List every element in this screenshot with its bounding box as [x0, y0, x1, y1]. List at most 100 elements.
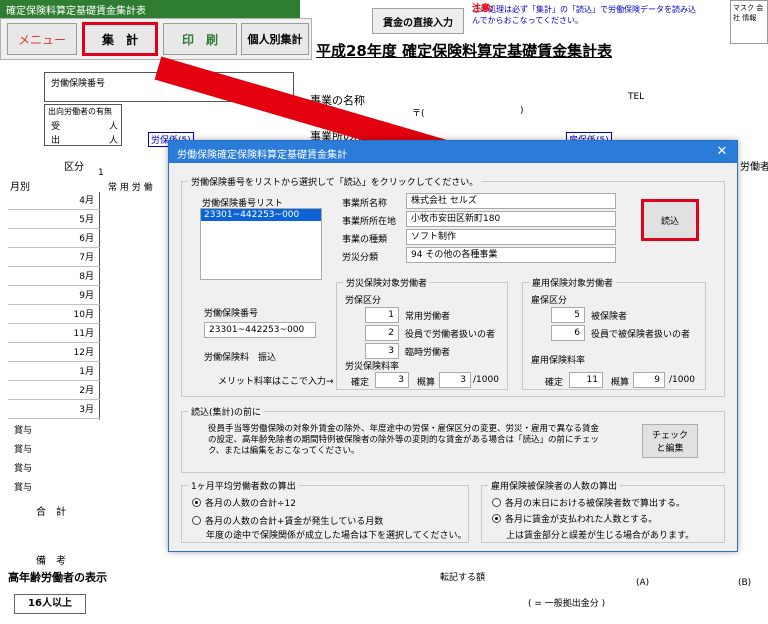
load-button[interactable]: 読込 — [641, 199, 699, 241]
insured-count-group: 雇用保険被保険者の人数の算出 各月の末日における被保険者数で算出する。 各月に賃… — [481, 479, 725, 543]
avg-option-2[interactable]: 各月の人数の合計+賃金が発生している月数 — [192, 514, 383, 527]
dispatch-box: 出向労働者の有無 受 人 出 人 — [44, 104, 122, 146]
koyo-per-label: /1000 — [669, 375, 695, 385]
select-group-title: 労働保険番号をリストから選択して「読込」をクリックしてください。 — [188, 175, 482, 188]
month-row: 10月 — [8, 306, 100, 324]
over16-box: 16人以上 — [14, 594, 86, 614]
month-row: 5月 — [8, 211, 100, 229]
kubun-header: 区分 — [64, 162, 84, 173]
sheet-toolbar: メニュー 集 計 印 刷 個人別集計 — [0, 18, 312, 60]
col-b-label: (B) — [738, 578, 752, 588]
direct-wage-input-button[interactable]: 賃金の直接入力 — [372, 8, 464, 34]
avg-note: 年度の途中で保険関係が成立した場合は下を選択してください。 — [206, 531, 467, 541]
koyo-code-field[interactable]: 5 — [551, 307, 585, 323]
before-load-title: 読込(集計)の前に — [188, 405, 265, 418]
radio-selected-icon — [192, 498, 201, 507]
per-person-total-button[interactable]: 個人別集計 — [241, 23, 309, 55]
dialog-title: 労働保険確定保険料算定基礎賃金集計 — [169, 141, 737, 163]
menu-button[interactable]: メニュー — [7, 23, 77, 55]
rosai-code-field[interactable]: 3 — [365, 343, 399, 359]
postal-close: ) — [520, 106, 524, 116]
out-label: 出 — [51, 136, 61, 146]
count-option-2[interactable]: 各月に賃金が支払われた人数とする。 — [492, 512, 657, 525]
avg-option-1[interactable]: 各月の人数の合計÷12 — [192, 496, 296, 509]
bonus-row: 賞与 — [14, 483, 33, 493]
month-row: 9月 — [8, 287, 100, 305]
list-item[interactable]: 23301~442253~000 — [201, 209, 321, 221]
receive-label: 受 — [51, 122, 61, 132]
print-button[interactable]: 印 刷 — [163, 23, 237, 55]
biko-label: 備 考 — [36, 556, 66, 567]
merit-label: メリット料率はここで入力→ — [218, 377, 334, 387]
biz-name-field[interactable]: 株式会社 セルズ — [406, 193, 616, 209]
rosai-code-field[interactable]: 1 — [365, 307, 399, 323]
count-note: 上は賃金部分と誤差が生じる場合があります。 — [506, 531, 695, 541]
count-option-1-label: 各月の末日における被保険者数で算出する。 — [505, 499, 686, 509]
month-row: 2月 — [8, 382, 100, 400]
koyo-estimate-rate-field[interactable]: 9 — [633, 372, 665, 388]
rosai-code-label: 役員で労働者扱いの者 — [405, 330, 496, 340]
tel-label: TEL — [628, 92, 645, 102]
shukei-button[interactable]: 集 計 — [82, 22, 158, 56]
jouyou-header: 常 用 労 働 — [108, 183, 153, 193]
koyo-kubun-label: 雇保区分 — [531, 296, 568, 306]
koyo-code-field[interactable]: 6 — [551, 325, 585, 341]
aggregation-dialog: 労働保険確定保険料算定基礎賃金集計 ✕ 労働保険番号をリストから選択して「読込」… — [168, 140, 738, 552]
ins-no-listbox[interactable]: 23301~442253~000 — [200, 208, 322, 280]
koyo-group: 雇用保険対象労働者 雇保区分 5 被保険者 6 役員で被保険者扱いの者 雇用保険… — [522, 276, 706, 390]
month-row: 7月 — [8, 249, 100, 267]
rosai-code-label: 臨時労働者 — [405, 348, 451, 358]
notice-body: この処理は必ず「集計」の「読込」で労働保険データを読み込んでからおこなってくださ… — [472, 5, 696, 25]
rosai-estimate-rate-field[interactable]: 3 — [439, 372, 471, 388]
bonus-rows: 賞与 賞与 賞与 賞与 — [8, 422, 100, 498]
select-group: 労働保険番号をリストから選択して「読込」をクリックしてください。 労働保険番号リ… — [181, 175, 725, 397]
rosai-code-field[interactable]: 2 — [365, 325, 399, 341]
month-row: 1月 — [8, 363, 100, 381]
ins-no-field[interactable]: 23301~442253~000 — [204, 322, 316, 338]
month-header: 月別 — [10, 182, 30, 193]
avg-option-1-label: 各月の人数の合計÷12 — [205, 499, 296, 509]
months-column: 4月 5月 6月 7月 8月 9月 10月 11月 12月 1月 2月 3月 — [8, 192, 100, 420]
biz-addr-label: 事業所所在地 — [342, 217, 397, 227]
receive-unit: 人 — [109, 122, 119, 132]
close-icon[interactable]: ✕ — [713, 143, 731, 161]
check-edit-button[interactable]: チェック と編集 — [642, 424, 698, 458]
bonus-row: 賞与 — [14, 426, 33, 436]
radio-icon — [492, 498, 501, 507]
koyo-group-title: 雇用保険対象労働者 — [529, 276, 617, 289]
koyo-confirm-rate-field[interactable]: 11 — [569, 372, 603, 388]
month-row: 11月 — [8, 325, 100, 343]
row-number: 1 — [98, 168, 104, 178]
koyo-estimate-label: 概算 — [611, 378, 630, 388]
rosai-confirm-label: 確定 — [351, 378, 370, 388]
side-info-box: マスク 会社 情報 — [730, 0, 768, 44]
rosai-code-label: 常用労働者 — [405, 312, 451, 322]
biz-addr-field[interactable]: 小牧市安田区新町180 — [406, 211, 616, 227]
insured-count-title: 雇用保険被保険者の人数の算出 — [488, 479, 621, 492]
biz-type-field[interactable]: ソフト制作 — [406, 229, 616, 245]
month-row: 12月 — [8, 344, 100, 362]
month-row: 4月 — [8, 192, 100, 210]
koyo-confirm-label: 確定 — [545, 378, 564, 388]
col-a-label: (A) — [636, 578, 650, 588]
radio-selected-icon — [492, 514, 501, 523]
avg-workers-group: 1ヶ月平均労働者数の算出 各月の人数の合計÷12 各月の人数の合計+賃金が発生し… — [181, 479, 469, 543]
month-row: 6月 — [8, 230, 100, 248]
rosai-group-title: 労災保険対象労働者 — [343, 276, 431, 289]
koyo-code-label: 役員で被保険者扱いの者 — [591, 330, 691, 340]
page-title: 平成28年度 確定保険料算定基礎賃金集計表 — [316, 42, 613, 60]
month-row: 8月 — [8, 268, 100, 286]
rosai-class-field[interactable]: 94 その他の各種事業 — [406, 247, 616, 263]
rosai-confirm-rate-field[interactable]: 3 — [375, 372, 409, 388]
koyo-rate-label: 雇用保険料率 — [531, 356, 586, 366]
bonus-row: 賞与 — [14, 464, 33, 474]
biz-type-label: 事業の種類 — [342, 235, 388, 245]
count-option-1[interactable]: 各月の末日における被保険者数で算出する。 — [492, 496, 685, 509]
adjust-label: 転記する額 — [440, 573, 486, 583]
general-label: ( = 一般拠出金分 ) — [528, 599, 606, 609]
rosai-per-label: /1000 — [473, 375, 499, 385]
month-row: 3月 — [8, 401, 100, 419]
avg-option-2-label: 各月の人数の合計+賃金が発生している月数 — [205, 517, 384, 527]
before-load-group: 読込(集計)の前に 役員手当等労働保険の対象外賃金の除外、年度途中の労保・雇保区… — [181, 405, 725, 473]
biz-name-label: 事業の名称 — [310, 94, 365, 107]
